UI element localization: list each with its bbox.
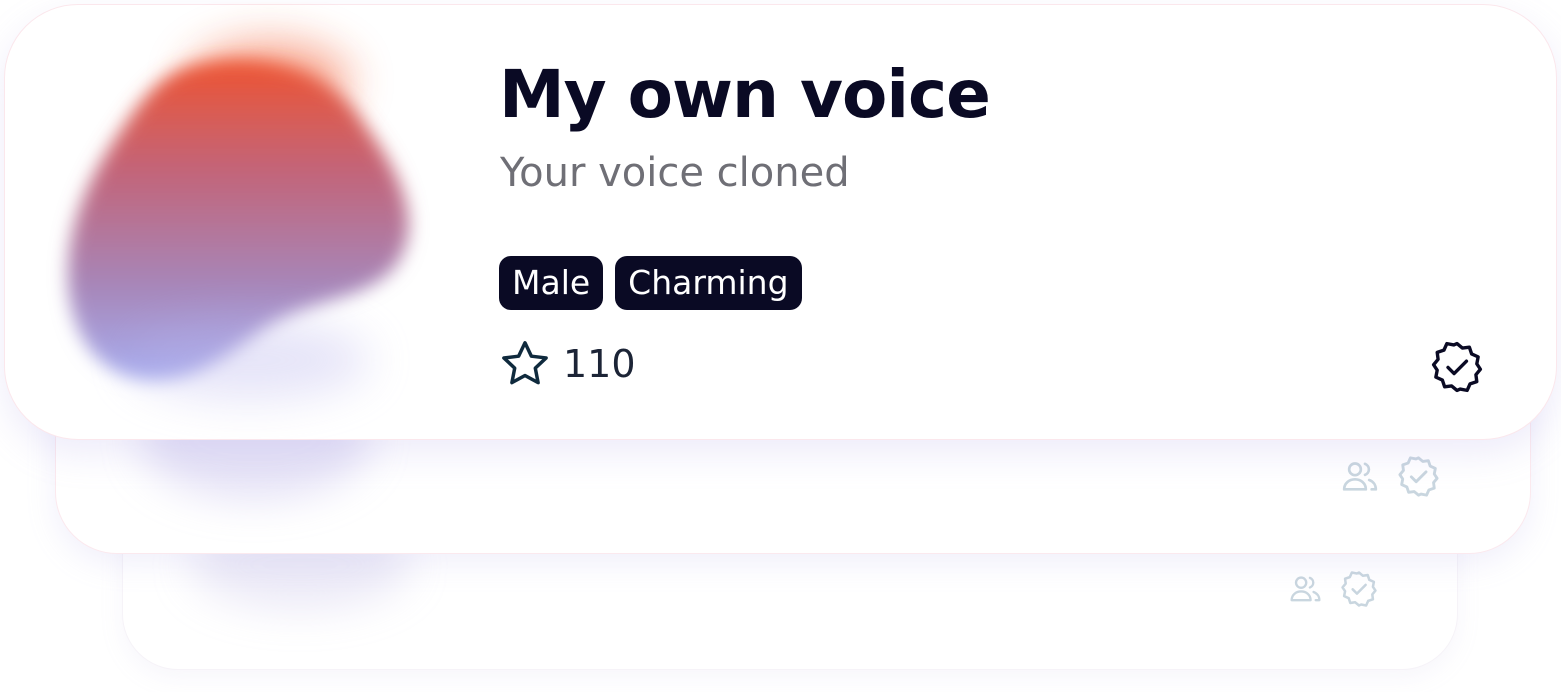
verified-badge-icon — [1341, 571, 1377, 607]
voice-subtitle: Your voice cloned — [500, 150, 850, 196]
users-icon — [1342, 462, 1378, 491]
tag-male: Male — [499, 256, 604, 310]
voice-tags: Male Charming — [499, 256, 802, 310]
tag-charming: Charming — [615, 256, 802, 310]
voice-title: My own voice — [499, 56, 991, 133]
verified-badge-icon — [1431, 341, 1483, 393]
voice-card-stack: My own voice Your voice cloned Male Char… — [0, 0, 1561, 692]
star-icon[interactable] — [499, 338, 551, 390]
rating: 110 — [499, 338, 636, 390]
rating-count: 110 — [563, 342, 636, 386]
users-icon — [1290, 576, 1321, 602]
verified-badge-icon — [1398, 456, 1439, 497]
voice-avatar-blob — [40, 30, 440, 410]
